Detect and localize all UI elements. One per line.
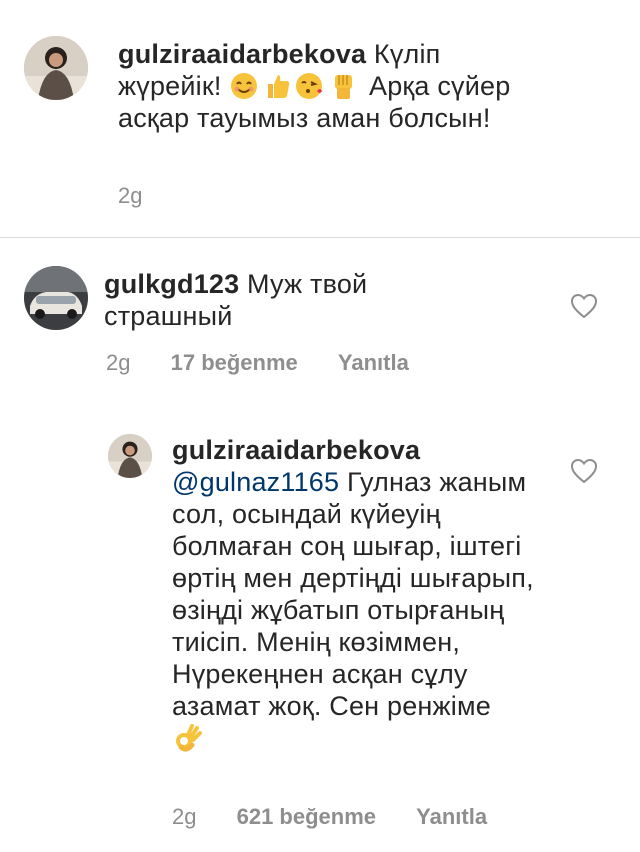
comment-text: gulkgd123 Муж твой страшный: [104, 268, 434, 332]
avatar[interactable]: [108, 434, 152, 478]
raised-fist-emoji: [335, 75, 353, 99]
heart-icon[interactable]: [570, 458, 598, 484]
likes-count[interactable]: 17 beğenme: [171, 350, 298, 375]
comment-meta: 2g 17 beğenme Yanıtla: [106, 350, 443, 376]
comment-time: 2g: [118, 183, 143, 208]
comment-text: gulziraaidarbekova Күліп жүрейік! Арқа с…: [118, 38, 518, 134]
username[interactable]: gulkgd123: [104, 269, 239, 299]
comment-meta: 2g 621 beğenme Yanıtla: [172, 804, 521, 830]
comment-time: 2g: [106, 350, 131, 375]
reply-button[interactable]: Yanıtla: [416, 804, 487, 829]
comment-text: gulziraaidarbekova @gulnaz1165 Гулназ жа…: [172, 434, 542, 754]
heart-icon[interactable]: [570, 293, 598, 319]
kissing-face-emoji: [296, 73, 323, 99]
comment-body: Гулназ жаным сол, осындай күйеуің болмағ…: [172, 467, 534, 721]
likes-count[interactable]: 621 beğenme: [237, 804, 376, 829]
comment-time: 2g: [172, 804, 197, 829]
smiling-face-emoji: [231, 73, 258, 99]
divider: [0, 237, 640, 238]
username[interactable]: gulziraaidarbekova: [118, 39, 366, 69]
mention-link[interactable]: @gulnaz1165: [172, 467, 339, 497]
avatar[interactable]: [24, 266, 88, 330]
comment-meta: 2g: [118, 183, 176, 209]
username[interactable]: gulziraaidarbekova: [172, 434, 542, 466]
thumbs-up-emoji: [268, 75, 290, 98]
avatar[interactable]: [24, 36, 88, 100]
reply-button[interactable]: Yanıtla: [338, 350, 409, 375]
ok-hand-emoji: [176, 724, 202, 752]
